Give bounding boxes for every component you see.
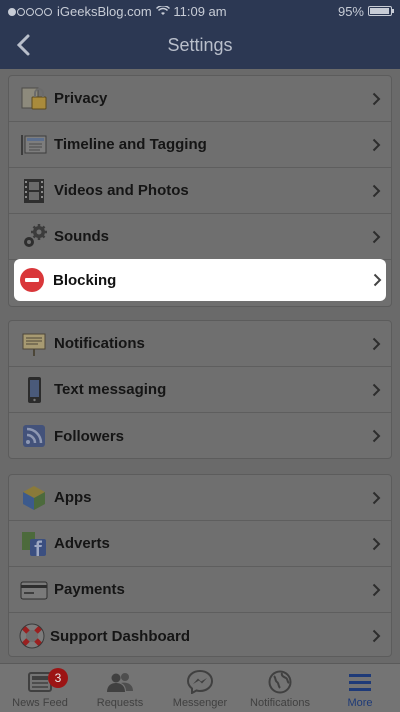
settings-group-notifications: Notifications Text messaging Followers: [8, 320, 392, 459]
settings-row-label: Payments: [54, 581, 125, 598]
tab-messenger[interactable]: Messenger: [160, 664, 240, 712]
back-arrow-icon[interactable]: [12, 32, 36, 58]
signal-dots-icon: [8, 4, 53, 19]
chevron-right-icon: [372, 337, 381, 351]
navigation-bar: Settings: [0, 22, 400, 69]
status-right: 95%: [337, 3, 394, 19]
chevron-right-icon: [372, 138, 381, 152]
settings-row-payments[interactable]: Payments: [9, 567, 391, 613]
tab-notifications[interactable]: Notifications: [240, 664, 320, 712]
settings-row-privacy[interactable]: Privacy: [9, 76, 391, 122]
settings-row-label: Notifications: [54, 335, 145, 352]
settings-row-notifications[interactable]: Notifications: [9, 321, 391, 367]
page-title: Settings: [167, 35, 233, 55]
tab-more[interactable]: More: [320, 664, 400, 712]
chevron-right-icon: [372, 184, 381, 198]
timeline-icon: [19, 130, 49, 160]
menu-icon: [345, 669, 375, 695]
tab-label: Notifications: [250, 697, 310, 709]
settings-row-label: Adverts: [54, 535, 110, 552]
settings-row-timeline[interactable]: Timeline and Tagging: [9, 122, 391, 168]
settings-row-label: Support Dashboard: [50, 627, 191, 645]
chevron-right-icon: [372, 491, 381, 505]
settings-row-label: Blocking: [53, 271, 117, 289]
settings-row-label: Timeline and Tagging: [54, 136, 207, 153]
chevron-right-icon: [373, 273, 382, 287]
credit-card-icon: [19, 575, 49, 605]
status-bar: iGeeksBlog.com 11:09 am 95%: [0, 0, 400, 22]
settings-row-blocking[interactable]: Blocking: [14, 259, 386, 301]
block-icon: [17, 265, 47, 295]
settings-row-support-dashboard[interactable]: Support Dashboard: [9, 613, 391, 659]
battery-percent: 95%: [337, 3, 364, 19]
chevron-right-icon: [372, 92, 381, 106]
cube-icon: [19, 483, 49, 513]
settings-row-label: Followers: [54, 427, 125, 445]
settings-row-label: Sounds: [54, 228, 109, 245]
tab-label: More: [347, 697, 373, 709]
phone-icon: [19, 375, 49, 405]
settings-group-apps: Apps Adverts Payments Support Dashboard: [8, 474, 392, 657]
lifebuoy-icon: [17, 621, 47, 651]
status-left: iGeeksBlog.com: [8, 4, 170, 19]
settings-row-text-messaging[interactable]: Text messaging: [9, 367, 391, 413]
notice-board-icon: [19, 329, 49, 359]
tab-bar: 3 News Feed Requests Messenger Notificat…: [0, 663, 400, 712]
settings-row-apps[interactable]: Apps: [9, 475, 391, 521]
settings-row-label: Privacy: [54, 90, 108, 107]
friends-icon: [105, 669, 135, 695]
gears-icon: [19, 222, 49, 252]
chevron-right-icon: [372, 429, 381, 443]
film-icon: [19, 176, 49, 206]
settings-row-sounds[interactable]: Sounds: [9, 214, 391, 260]
lock-icon: [19, 84, 49, 114]
tab-label: Requests: [96, 697, 144, 709]
tab-requests[interactable]: Requests: [80, 664, 160, 712]
battery-icon: [368, 6, 394, 16]
carrier-label: iGeeksBlog.com: [57, 3, 152, 19]
tab-news-feed[interactable]: 3 News Feed: [0, 664, 80, 712]
rss-icon: [19, 421, 49, 451]
adverts-icon: [19, 529, 49, 559]
wifi-icon: [155, 6, 170, 15]
chevron-right-icon: [372, 629, 381, 643]
settings-row-label: Apps: [54, 489, 92, 506]
settings-row-label: Text messaging: [54, 381, 167, 398]
settings-row-followers[interactable]: Followers: [9, 413, 391, 459]
settings-row-adverts[interactable]: Adverts: [9, 521, 391, 567]
messenger-icon: [185, 669, 215, 695]
notification-badge: 3: [48, 668, 68, 688]
settings-row-videos-photos[interactable]: Videos and Photos: [9, 168, 391, 214]
chevron-right-icon: [372, 583, 381, 597]
settings-row-label: Videos and Photos: [54, 182, 189, 199]
globe-icon: [265, 669, 295, 695]
tab-label: News Feed: [12, 697, 68, 709]
chevron-right-icon: [372, 537, 381, 551]
chevron-right-icon: [372, 383, 381, 397]
tab-label: Messenger: [172, 697, 228, 709]
chevron-right-icon: [372, 230, 381, 244]
